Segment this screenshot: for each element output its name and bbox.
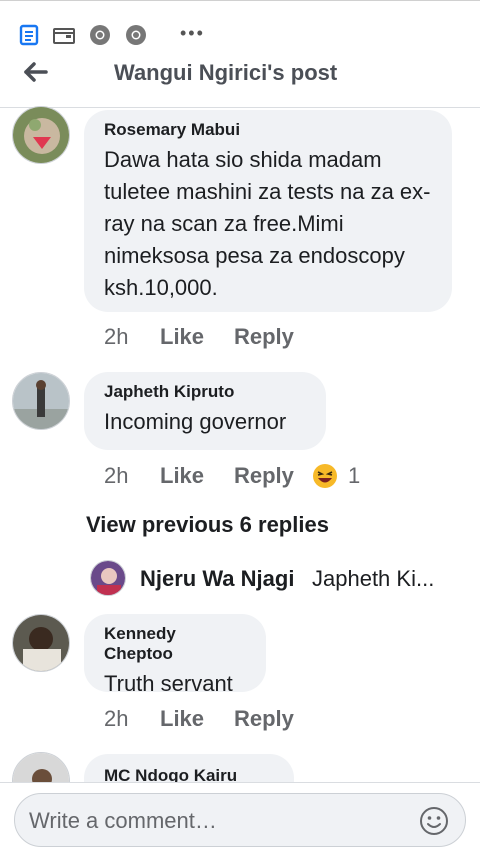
avatar[interactable] — [12, 614, 70, 672]
reaction-count: 1 — [348, 463, 361, 488]
like-button[interactable]: Like — [160, 324, 204, 350]
smiley-icon[interactable] — [419, 806, 449, 836]
like-button[interactable]: Like — [160, 463, 204, 489]
post-header: Wangui Ngirici's post — [0, 48, 480, 108]
comment-input[interactable] — [27, 802, 411, 840]
reply-text: Japheth Ki... — [312, 566, 435, 591]
view-previous-replies-link[interactable]: View previous 6 replies — [86, 512, 329, 538]
back-arrow-icon[interactable] — [20, 56, 52, 88]
comment-author[interactable]: Kennedy Cheptoo — [104, 624, 246, 664]
avatar[interactable] — [12, 106, 70, 164]
comment-time: 2h — [104, 706, 129, 731]
avatar[interactable] — [90, 560, 126, 596]
comment-bubble: Rosemary Mabui Dawa hata sio shida madam… — [84, 110, 452, 312]
chrome-icon — [124, 23, 148, 47]
comment-author[interactable]: Rosemary Mabui — [104, 120, 432, 140]
comment-text: Dawa hata sio shida madam tuletee mashin… — [104, 147, 431, 300]
comment-actions: 2h Like Reply — [104, 706, 404, 736]
reply-author[interactable]: Njeru Wa Njagi — [140, 566, 294, 592]
more-dots-icon: ••• — [180, 23, 205, 43]
comment-composer — [14, 793, 466, 847]
comment-composer-bar — [0, 782, 480, 854]
like-button[interactable]: Like — [160, 706, 204, 732]
comment-actions: 2h Like Reply — [104, 324, 404, 354]
laughing-emoji-icon[interactable] — [312, 463, 338, 495]
comment-author[interactable]: Japheth Kipruto — [104, 382, 306, 402]
reply-button[interactable]: Reply — [234, 706, 294, 732]
avatar[interactable] — [12, 372, 70, 430]
page-title: Wangui Ngirici's post — [114, 60, 338, 85]
comment-text: Incoming governor — [104, 409, 287, 434]
news-feed-icon — [18, 23, 42, 47]
reply-button[interactable]: Reply — [234, 463, 294, 489]
reply-button[interactable]: Reply — [234, 324, 294, 350]
reply-preview[interactable]: Njeru Wa Njagi Japheth Ki... — [90, 560, 470, 598]
comment-time: 2h — [104, 463, 129, 488]
comment-time: 2h — [104, 324, 129, 349]
comment-actions: 2h Like Reply 1 — [104, 463, 404, 493]
wallet-icon — [52, 23, 76, 47]
comment-bubble: Kennedy Cheptoo Truth servant — [84, 614, 266, 696]
chrome-icon — [88, 23, 112, 47]
comment-bubble: Japheth Kipruto Incoming governor — [84, 372, 326, 450]
comment-text: Truth servant — [104, 671, 233, 696]
